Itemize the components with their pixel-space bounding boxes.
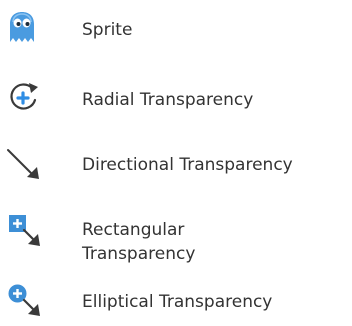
menu-item-label: Radial Transparency bbox=[82, 90, 254, 110]
rectangle-arrow-icon bbox=[6, 212, 42, 248]
menu-item-label: Directional Transparency bbox=[82, 155, 293, 175]
menu-item-label: Rectangular Transparency bbox=[82, 220, 196, 264]
menu-item-radial-transparency[interactable]: Radial Transparency bbox=[0, 78, 352, 118]
radial-arrow-icon bbox=[5, 79, 41, 115]
menu-item-label: Elliptical Transparency bbox=[82, 292, 273, 312]
menu-item-directional-transparency[interactable]: Directional Transparency bbox=[0, 145, 352, 185]
ghost-sprite-icon bbox=[4, 10, 40, 46]
menu-item-sprite[interactable]: Sprite bbox=[0, 10, 352, 50]
menu-item-label: Sprite bbox=[82, 20, 133, 40]
menu-item-rectangular-transparency[interactable]: Rectangular Transparency bbox=[0, 210, 352, 270]
ellipse-arrow-icon bbox=[6, 282, 42, 318]
diagonal-arrow-icon bbox=[5, 145, 41, 181]
menu-item-elliptical-transparency[interactable]: Elliptical Transparency bbox=[0, 282, 352, 322]
transparency-menu: Sprite Radial Transparency Directional T… bbox=[0, 0, 352, 326]
